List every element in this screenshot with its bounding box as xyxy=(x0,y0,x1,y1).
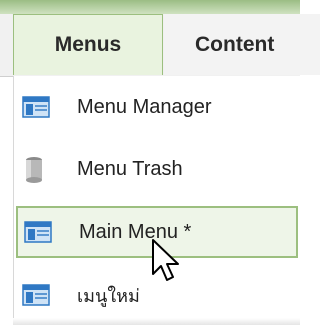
dropdown-bottom-edge xyxy=(13,318,300,325)
mouse-pointer-icon xyxy=(152,239,179,281)
menu-item-menu-manager[interactable]: Menu Manager xyxy=(14,84,296,130)
tab-content-label: Content xyxy=(195,32,275,56)
menus-dropdown: Menu Manager Menu Trash Main Menu * เมนู… xyxy=(13,76,301,325)
trash-icon xyxy=(26,157,42,183)
menu-item-label: Menu Trash xyxy=(77,157,183,180)
top-accent-bar xyxy=(0,0,300,14)
tab-content[interactable]: Content xyxy=(164,14,320,75)
tab-menus-label: Menus xyxy=(54,33,122,56)
menu-item-menu-trash[interactable]: Menu Trash xyxy=(14,146,296,192)
tab-menus[interactable]: Menus xyxy=(13,14,163,75)
menu-list-icon xyxy=(22,284,50,306)
menu-item-label: Menu Manager xyxy=(77,95,212,118)
menu-list-icon xyxy=(24,221,52,243)
menu-item-label: เมนูใหม่ xyxy=(77,285,140,307)
menu-bar: Menus Content xyxy=(0,14,320,77)
menu-list-icon xyxy=(22,96,50,118)
